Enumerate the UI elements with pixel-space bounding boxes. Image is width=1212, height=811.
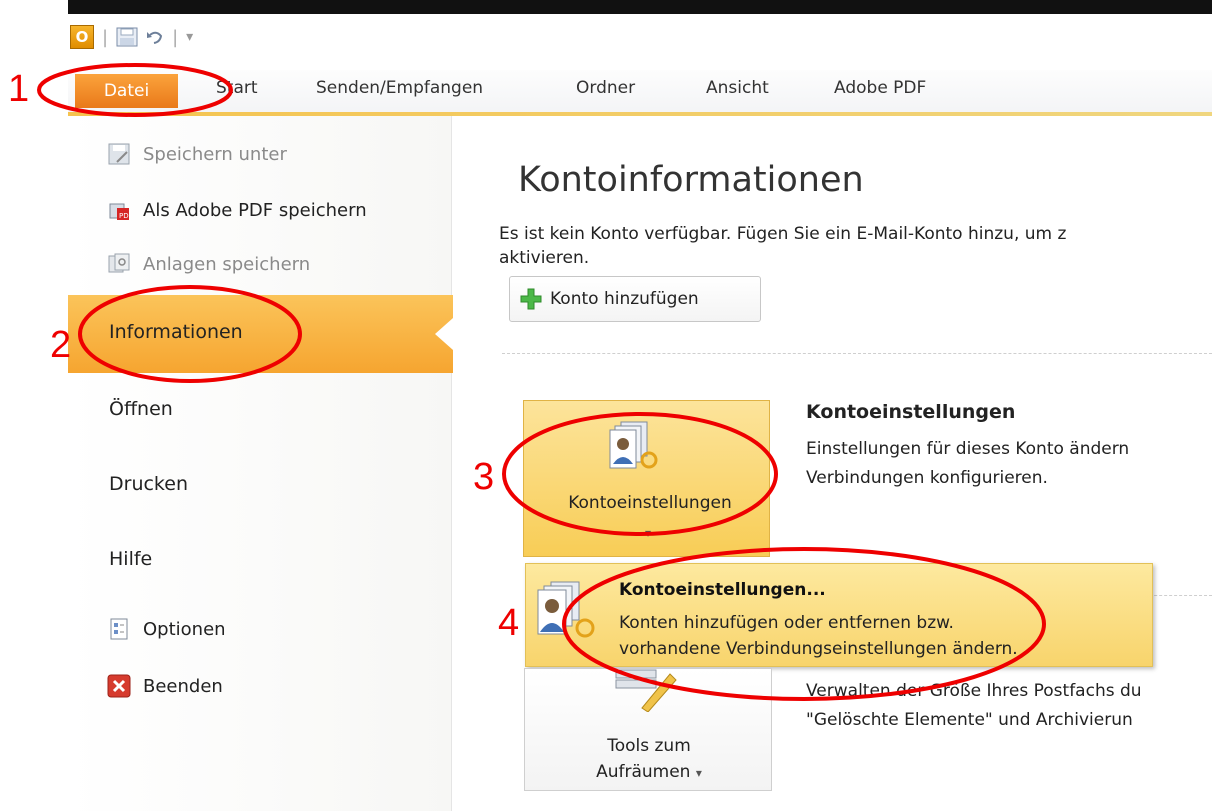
tab-ordner[interactable]: Ordner [576, 78, 635, 98]
add-account-button[interactable]: Konto hinzufügen [509, 276, 761, 322]
undo-icon[interactable] [146, 28, 164, 46]
label-line: Aufräumen ▾ [540, 759, 758, 786]
menu-item-optionen[interactable]: Optionen [107, 617, 226, 641]
menu-item-als-adobe-pdf-speichern[interactable]: PDF Als Adobe PDF speichern [107, 198, 367, 222]
tab-start[interactable]: Start [216, 78, 258, 98]
plus-icon [520, 288, 542, 310]
save-icon[interactable] [116, 27, 138, 47]
description-line: Einstellungen für dieses Konto ändern [806, 439, 1130, 459]
annotation-number-2: 2 [50, 324, 72, 366]
customize-toolbar-icon[interactable]: ▾ [186, 29, 193, 45]
menu-label: Als Adobe PDF speichern [143, 199, 367, 221]
description-line: Es ist kein Konto verfügbar. Fügen Sie e… [499, 224, 1067, 244]
menu-item-speichern-unter[interactable]: Speichern unter [107, 142, 287, 166]
account-settings-description: Einstellungen für dieses Konto ändern Ve… [806, 435, 1129, 493]
cleanup-tools-icon [615, 669, 677, 712]
active-indicator [435, 318, 453, 350]
menu-label: Speichern unter [143, 143, 287, 165]
menu-item-oeffnen[interactable]: Öffnen [109, 398, 173, 420]
separator: | [172, 26, 179, 48]
label-text: Aufräumen [596, 762, 691, 782]
window-top-bar [68, 0, 1212, 14]
menu-item-anlagen-speichern[interactable]: Anlagen speichern [107, 252, 310, 276]
description-line: aktivieren. [499, 248, 590, 268]
adobe-pdf-icon: PDF [109, 203, 131, 220]
description-line: vorhandene Verbindungseinstellungen ände… [619, 639, 1018, 659]
menu-item-beenden[interactable]: Beenden [107, 674, 223, 698]
description-line: Verbindungen konfigurieren. [806, 468, 1048, 488]
annotation-number-3: 3 [473, 456, 495, 498]
menu-label: Beenden [143, 675, 223, 697]
outlook-logo-icon[interactable]: O [70, 25, 94, 49]
cleanup-description: Verwalten der Größe Ihres Postfachs du "… [806, 677, 1142, 735]
options-icon [110, 618, 128, 640]
account-settings-icon [609, 421, 658, 469]
account-settings-icon [537, 581, 595, 638]
exit-icon [107, 674, 131, 698]
description-line: Konten hinzufügen oder entfernen bzw. [619, 613, 954, 633]
cleanup-tools-label: Tools zum Aufräumen ▾ [540, 733, 758, 786]
menu-label: Optionen [143, 618, 226, 640]
annotation-number-1: 1 [8, 68, 30, 110]
chevron-down-icon: ▾ [695, 766, 702, 780]
menu-label-informationen: Informationen [109, 321, 243, 343]
save-as-icon [108, 143, 130, 165]
page-title: Kontoinformationen [518, 160, 864, 200]
section-divider [502, 353, 1212, 354]
account-info-description: Es ist kein Konto verfügbar. Fügen Sie e… [499, 222, 1212, 270]
description-line: Verwalten der Größe Ihres Postfachs du [806, 681, 1142, 701]
svg-text:PDF: PDF [119, 212, 131, 220]
account-settings-button-label: Kontoeinstellungen [568, 493, 732, 513]
description-line: "Gelöschte Elemente" und Archivierun [806, 710, 1133, 730]
annotation-number-4: 4 [498, 602, 520, 644]
menu-item-drucken[interactable]: Drucken [109, 473, 188, 495]
menu-item-hilfe[interactable]: Hilfe [109, 548, 152, 570]
tab-adobe-pdf[interactable]: Adobe PDF [834, 78, 926, 98]
menu-label: Anlagen speichern [143, 253, 311, 275]
account-settings-heading: Kontoeinstellungen [806, 401, 1016, 423]
dropdown-item-title: Kontoeinstellungen... [619, 580, 826, 600]
dropdown-item-description: Konten hinzufügen oder entfernen bzw. vo… [619, 610, 1018, 662]
tab-ansicht[interactable]: Ansicht [706, 78, 769, 98]
tab-senden-empfangen[interactable]: Senden/Empfangen [316, 78, 483, 98]
chevron-down-icon: ▾ [645, 526, 652, 540]
attachments-icon [108, 253, 130, 273]
quick-access-toolbar: O | | ▾ [70, 22, 193, 52]
label-line: Tools zum [607, 736, 691, 756]
tab-datei[interactable]: Datei [75, 74, 178, 108]
add-account-label: Konto hinzufügen [550, 289, 699, 309]
separator: | [102, 26, 109, 48]
